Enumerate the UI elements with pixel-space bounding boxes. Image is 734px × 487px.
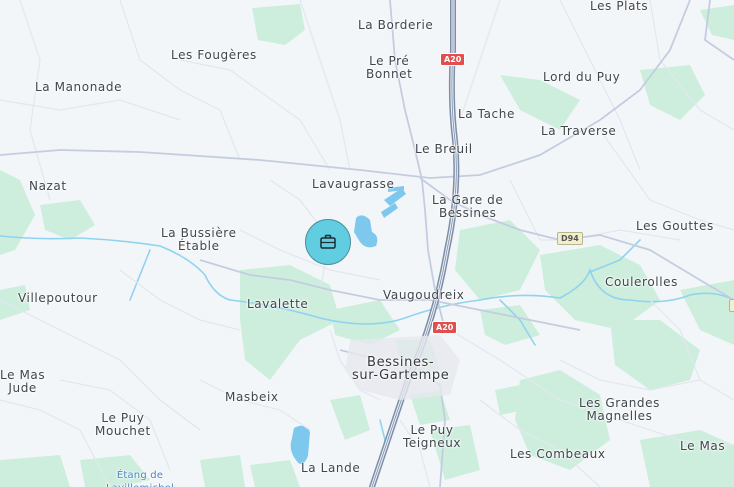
road-shield-d94: D94: [557, 232, 583, 245]
place-label: Coulerolles: [605, 275, 678, 289]
water-label: Étang de Lavillemichel: [106, 470, 174, 487]
place-label: La Lande: [301, 461, 361, 475]
briefcase-icon: [320, 234, 336, 249]
place-label: Le Breuil: [415, 142, 473, 156]
place-label: Le Pré Bonnet: [366, 54, 413, 81]
place-label: Lavaugrasse: [312, 177, 395, 191]
road-shield-a20: A20: [432, 321, 458, 334]
place-label: La Traverse: [541, 124, 617, 138]
map[interactable]: Les Plats La Borderie Le Pré Bonnet Les …: [0, 0, 734, 487]
place-label: Masbeix: [225, 390, 279, 404]
place-label: Nazat: [29, 179, 67, 193]
place-label: Le Puy Mouchet: [95, 411, 151, 438]
road-shield-partial: [729, 299, 734, 312]
road-shield-a20: A20: [440, 53, 466, 66]
place-label: La Tache: [458, 107, 515, 121]
place-label: La Bussière Étable: [161, 226, 237, 253]
place-label: La Manonade: [35, 80, 123, 94]
place-label: Les Combeaux: [510, 447, 606, 461]
place-label: Bessines- sur-Gartempe: [352, 355, 450, 383]
place-label: Le Mas: [680, 439, 726, 453]
place-label: Les Plats: [590, 0, 649, 13]
map-marker[interactable]: [305, 219, 351, 265]
place-label: Les Fougères: [171, 48, 257, 62]
place-label: Les Gouttes: [636, 219, 714, 233]
place-label: La Borderie: [358, 18, 434, 32]
place-label: Le Puy Teigneux: [403, 423, 462, 450]
place-label: Les Grandes Magnelles: [579, 396, 660, 423]
place-label: La Gare de Bessines: [432, 193, 504, 220]
place-label: Vaugoudreix: [383, 288, 465, 302]
place-label: Lord du Puy: [543, 70, 621, 84]
place-label: Le Mas Jude: [0, 368, 46, 395]
place-label: Villepoutour: [18, 291, 98, 305]
place-label: Lavalette: [247, 297, 309, 311]
